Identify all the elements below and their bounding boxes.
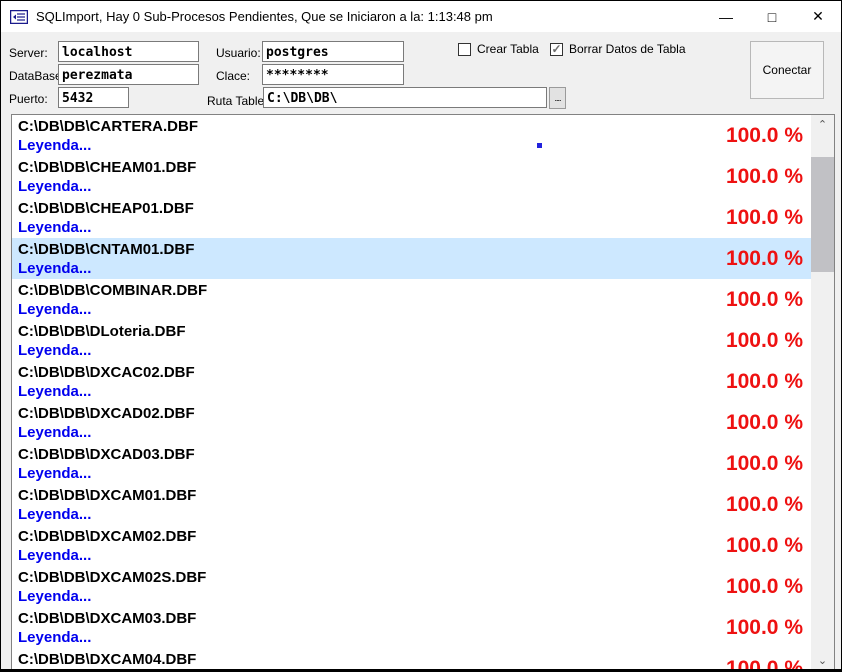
progress-percent: 100.0 % [726, 124, 803, 148]
app-window: SQLImport, Hay 0 Sub-Procesos Pendientes… [0, 0, 842, 672]
borrar-datos-checkbox-row: ✓ Borrar Datos de Tabla [550, 42, 686, 56]
file-path: C:\DB\DB\CARTERA.DBF [18, 117, 811, 136]
list-item[interactable]: C:\DB\DB\DXCAM01.DBFLeyenda...100.0 % [12, 484, 811, 525]
file-path: C:\DB\DB\DXCAD03.DBF [18, 445, 811, 464]
file-path: C:\DB\DB\CHEAM01.DBF [18, 158, 811, 177]
title-bar: SQLImport, Hay 0 Sub-Procesos Pendientes… [1, 1, 841, 32]
borrar-datos-label: Borrar Datos de Tabla [569, 42, 686, 56]
crear-tabla-checkbox[interactable] [458, 43, 471, 56]
server-label: Server: [9, 46, 48, 60]
list-item[interactable]: C:\DB\DB\CHEAP01.DBFLeyenda...100.0 % [12, 197, 811, 238]
minimize-button[interactable]: — [703, 1, 749, 32]
puerto-input[interactable] [58, 87, 129, 108]
progress-percent: 100.0 % [726, 165, 803, 189]
list-item[interactable]: C:\DB\DB\CHEAM01.DBFLeyenda...100.0 % [12, 156, 811, 197]
leyenda-link[interactable]: Leyenda... [18, 136, 811, 156]
file-path: C:\DB\DB\DXCAM04.DBF [18, 650, 811, 669]
list-item[interactable]: C:\DB\DB\DXCAM02.DBFLeyenda...100.0 % [12, 525, 811, 566]
list-item[interactable]: C:\DB\DB\DXCAM03.DBFLeyenda...100.0 % [12, 607, 811, 648]
file-path: C:\DB\DB\CHEAP01.DBF [18, 199, 811, 218]
progress-percent: 100.0 % [726, 452, 803, 476]
puerto-label: Puerto: [9, 92, 48, 106]
crear-tabla-checkbox-row: Crear Tabla [458, 42, 539, 56]
progress-percent: 100.0 % [726, 206, 803, 230]
leyenda-link[interactable]: Leyenda... [18, 382, 811, 402]
leyenda-link[interactable]: Leyenda... [18, 218, 811, 238]
server-input[interactable] [58, 41, 199, 62]
scrollbar-thumb[interactable] [811, 157, 834, 272]
crear-tabla-label: Crear Tabla [477, 42, 539, 56]
list-item[interactable]: C:\DB\DB\DLoteria.DBFLeyenda...100.0 % [12, 320, 811, 361]
close-button[interactable]: ✕ [795, 1, 841, 32]
file-path: C:\DB\DB\DXCAM02S.DBF [18, 568, 811, 587]
list-item[interactable]: C:\DB\DB\CARTERA.DBFLeyenda...100.0 % [12, 115, 811, 156]
maximize-button[interactable]: □ [749, 1, 795, 32]
connection-form: Server: Usuario: DataBase: Clace: Puerto… [1, 32, 841, 114]
clace-label: Clace: [216, 69, 250, 83]
file-path: C:\DB\DB\DXCAM03.DBF [18, 609, 811, 628]
progress-percent: 100.0 % [726, 493, 803, 517]
scroll-down-icon[interactable]: ⌄ [811, 651, 834, 669]
vertical-scrollbar[interactable]: ⌃ ⌄ [811, 115, 834, 669]
ruta-table-label: Ruta Table: [207, 94, 268, 108]
file-path: C:\DB\DB\DXCAM01.DBF [18, 486, 811, 505]
file-path: C:\DB\DB\DXCAC02.DBF [18, 363, 811, 382]
leyenda-link[interactable]: Leyenda... [18, 341, 811, 361]
file-path: C:\DB\DB\DLoteria.DBF [18, 322, 811, 341]
progress-percent: 100.0 % [726, 247, 803, 271]
borrar-datos-checkbox[interactable]: ✓ [550, 43, 563, 56]
window-controls: — □ ✕ [703, 1, 841, 32]
conectar-button[interactable]: Conectar [750, 41, 824, 99]
leyenda-link[interactable]: Leyenda... [18, 587, 811, 607]
file-path: C:\DB\DB\DXCAM02.DBF [18, 527, 811, 546]
leyenda-link[interactable]: Leyenda... [18, 259, 811, 279]
browse-button[interactable]: .... [549, 87, 566, 109]
list-item[interactable]: C:\DB\DB\DXCAM04.DBFLeyenda...100.0 % [12, 648, 811, 669]
progress-percent: 100.0 % [726, 657, 803, 670]
usuario-label: Usuario: [216, 46, 261, 60]
progress-percent: 100.0 % [726, 288, 803, 312]
progress-percent: 100.0 % [726, 534, 803, 558]
window-title: SQLImport, Hay 0 Sub-Procesos Pendientes… [36, 9, 493, 24]
scroll-up-icon[interactable]: ⌃ [811, 115, 834, 133]
clace-input[interactable] [262, 64, 404, 85]
progress-percent: 100.0 % [726, 329, 803, 353]
file-path: C:\DB\DB\COMBINAR.DBF [18, 281, 811, 300]
leyenda-link[interactable]: Leyenda... [18, 177, 811, 197]
file-path: C:\DB\DB\CNTAM01.DBF [18, 240, 811, 259]
list-item[interactable]: C:\DB\DB\DXCAM02S.DBFLeyenda...100.0 % [12, 566, 811, 607]
progress-percent: 100.0 % [726, 616, 803, 640]
app-icon [10, 10, 28, 24]
file-rows: C:\DB\DB\CARTERA.DBFLeyenda...100.0 %C:\… [12, 115, 811, 669]
import-file-list: C:\DB\DB\CARTERA.DBFLeyenda...100.0 %C:\… [11, 114, 835, 670]
leyenda-link[interactable]: Leyenda... [18, 505, 811, 525]
database-input[interactable] [58, 64, 199, 85]
usuario-input[interactable] [262, 41, 404, 62]
leyenda-link[interactable]: Leyenda... [18, 423, 811, 443]
ruta-table-input[interactable] [263, 87, 547, 108]
file-path: C:\DB\DB\DXCAD02.DBF [18, 404, 811, 423]
leyenda-link[interactable]: Leyenda... [18, 300, 811, 320]
list-item[interactable]: C:\DB\DB\DXCAD03.DBFLeyenda...100.0 % [12, 443, 811, 484]
progress-percent: 100.0 % [726, 575, 803, 599]
stray-cursor-dot [537, 143, 542, 148]
list-item[interactable]: C:\DB\DB\DXCAD02.DBFLeyenda...100.0 % [12, 402, 811, 443]
database-label: DataBase: [9, 69, 65, 83]
leyenda-link[interactable]: Leyenda... [18, 546, 811, 566]
list-item[interactable]: C:\DB\DB\CNTAM01.DBFLeyenda...100.0 % [12, 238, 811, 279]
progress-percent: 100.0 % [726, 370, 803, 394]
leyenda-link[interactable]: Leyenda... [18, 464, 811, 484]
list-item[interactable]: C:\DB\DB\COMBINAR.DBFLeyenda...100.0 % [12, 279, 811, 320]
progress-percent: 100.0 % [726, 411, 803, 435]
list-item[interactable]: C:\DB\DB\DXCAC02.DBFLeyenda...100.0 % [12, 361, 811, 402]
leyenda-link[interactable]: Leyenda... [18, 628, 811, 648]
